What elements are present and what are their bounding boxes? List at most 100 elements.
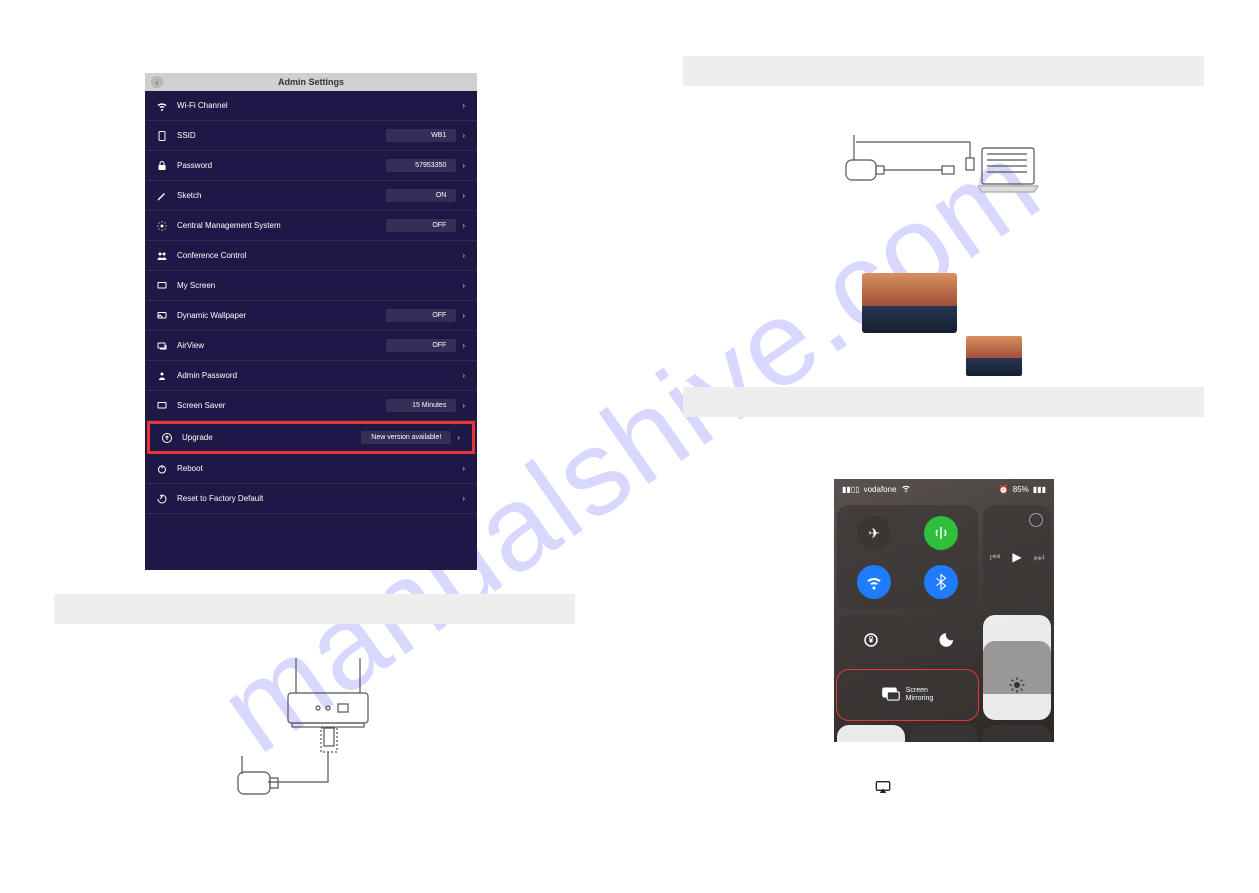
row-cms[interactable]: Central Management System OFF › — [145, 211, 477, 241]
dw-value: OFF — [386, 309, 456, 322]
airplay-icon — [875, 780, 891, 794]
chevron-right-icon: › — [462, 251, 465, 260]
battery-label: 85% — [1013, 485, 1029, 494]
screensaver-label: Screen Saver — [177, 401, 386, 410]
back-icon[interactable]: ‹ — [151, 76, 163, 88]
section-bar-3 — [683, 387, 1204, 417]
myscreen-label: My Screen — [177, 281, 462, 290]
sketch-value: ON — [386, 189, 456, 202]
ssid-label: SSID — [177, 131, 386, 140]
volume-slider[interactable] — [837, 725, 905, 742]
row-wifi-channel[interactable]: Wi-Fi Channel › — [145, 91, 477, 121]
router-diagram — [228, 648, 388, 808]
flashlight-button[interactable] — [910, 725, 978, 742]
row-reset[interactable]: Reset to Factory Default › — [145, 484, 477, 514]
airplay-audio-icon[interactable] — [1029, 513, 1043, 527]
timer-button[interactable] — [983, 725, 1051, 742]
bluetooth-button[interactable] — [924, 565, 958, 599]
chevron-right-icon: › — [462, 401, 465, 410]
row-myscreen[interactable]: My Screen › — [145, 271, 477, 301]
section-bar-2 — [683, 56, 1204, 86]
chevron-right-icon: › — [462, 341, 465, 350]
row-screensaver[interactable]: Screen Saver 15 Minutes › — [145, 391, 477, 421]
admin-header: ‹ Admin Settings — [145, 73, 477, 91]
row-reboot[interactable]: Reboot › — [145, 454, 477, 484]
conference-label: Conference Control — [177, 251, 462, 260]
carrier-label: vodafone — [864, 485, 897, 494]
battery-icon: ▮▮▮ — [1033, 485, 1046, 494]
transmitter-laptop-diagram — [842, 130, 1042, 210]
ssid-value: WB1 — [386, 129, 456, 142]
screensaver-icon — [155, 399, 169, 413]
lock-icon — [155, 159, 169, 173]
reset-icon — [155, 492, 169, 506]
adminpwd-label: Admin Password — [177, 371, 462, 380]
row-upgrade[interactable]: Upgrade New version available! › — [150, 424, 472, 451]
laptop-display — [966, 336, 1022, 376]
rewind-icon[interactable]: ⏮ — [990, 550, 1001, 565]
reboot-label: Reboot — [177, 464, 462, 473]
gear-icon — [155, 219, 169, 233]
wifi-button[interactable] — [857, 565, 891, 599]
admin-settings-panel: ‹ Admin Settings Wi-Fi Channel › SSID WB… — [145, 73, 477, 570]
alarm-icon: ⏰ — [999, 485, 1009, 494]
tv-display — [862, 273, 957, 333]
password-value: 57953350 — [386, 159, 456, 172]
row-conference[interactable]: Conference Control › — [145, 241, 477, 271]
row-admin-password[interactable]: Admin Password › — [145, 361, 477, 391]
device-icon — [155, 129, 169, 143]
signal-icon: ▮▮▯▯ — [842, 485, 860, 494]
user-icon — [155, 369, 169, 383]
chevron-right-icon: › — [462, 311, 465, 320]
wallpaper-icon — [155, 309, 169, 323]
upgrade-value: New version available! — [361, 431, 451, 444]
chevron-right-icon: › — [462, 464, 465, 473]
upgrade-label: Upgrade — [182, 433, 361, 442]
screen-mirroring-label: Screen Mirroring — [906, 687, 934, 702]
screen-mirroring-button[interactable]: Screen Mirroring — [837, 670, 978, 720]
chevron-right-icon: › — [457, 433, 460, 442]
cellular-button[interactable] — [924, 516, 958, 550]
upgrade-highlight-box: Upgrade New version available! › — [147, 421, 475, 454]
reset-label: Reset to Factory Default — [177, 494, 462, 503]
row-dynamic-wallpaper[interactable]: Dynamic Wallpaper OFF › — [145, 301, 477, 331]
airview-value: OFF — [386, 339, 456, 352]
airview-label: AirView — [177, 341, 386, 350]
pen-icon — [155, 189, 169, 203]
row-ssid[interactable]: SSID WB1 › — [145, 121, 477, 151]
cms-value: OFF — [386, 219, 456, 232]
row-sketch[interactable]: Sketch ON › — [145, 181, 477, 211]
brightness-slider[interactable] — [983, 615, 1051, 720]
screensaver-value: 15 Minutes — [386, 399, 456, 412]
wifi-icon — [155, 99, 169, 113]
cms-label: Central Management System — [177, 221, 386, 230]
wifi-status-icon — [901, 483, 911, 495]
status-bar: ▮▮▯▯ vodafone ⏰ 85% ▮▮▮ — [834, 479, 1054, 499]
connectivity-tile[interactable]: ✈ — [837, 505, 978, 610]
chevron-right-icon: › — [462, 221, 465, 230]
do-not-disturb-button[interactable] — [910, 615, 978, 665]
ios-control-center: ▮▮▯▯ vodafone ⏰ 85% ▮▮▮ ✈ ⏮ ▶ ⏭ — [834, 479, 1054, 742]
chevron-right-icon: › — [462, 281, 465, 290]
row-password[interactable]: Password 57953350 › — [145, 151, 477, 181]
admin-title: Admin Settings — [278, 77, 344, 87]
chevron-right-icon: › — [462, 131, 465, 140]
screen-mirroring-icon — [882, 687, 900, 703]
chevron-right-icon: › — [462, 494, 465, 503]
wifi-label: Wi-Fi Channel — [177, 101, 462, 110]
power-icon — [155, 462, 169, 476]
section-bar-1 — [54, 594, 575, 624]
play-icon[interactable]: ▶ — [1012, 550, 1021, 565]
group-icon — [155, 249, 169, 263]
orientation-lock-button[interactable] — [837, 615, 905, 665]
screen-icon — [155, 279, 169, 293]
airplane-mode-button[interactable]: ✈ — [857, 516, 891, 550]
media-tile[interactable]: ⏮ ▶ ⏭ — [983, 505, 1051, 610]
sketch-label: Sketch — [177, 191, 386, 200]
chevron-right-icon: › — [462, 191, 465, 200]
row-airview[interactable]: AirView OFF › — [145, 331, 477, 361]
password-label: Password — [177, 161, 386, 170]
dw-label: Dynamic Wallpaper — [177, 311, 386, 320]
forward-icon[interactable]: ⏭ — [1034, 550, 1045, 565]
chevron-right-icon: › — [462, 371, 465, 380]
